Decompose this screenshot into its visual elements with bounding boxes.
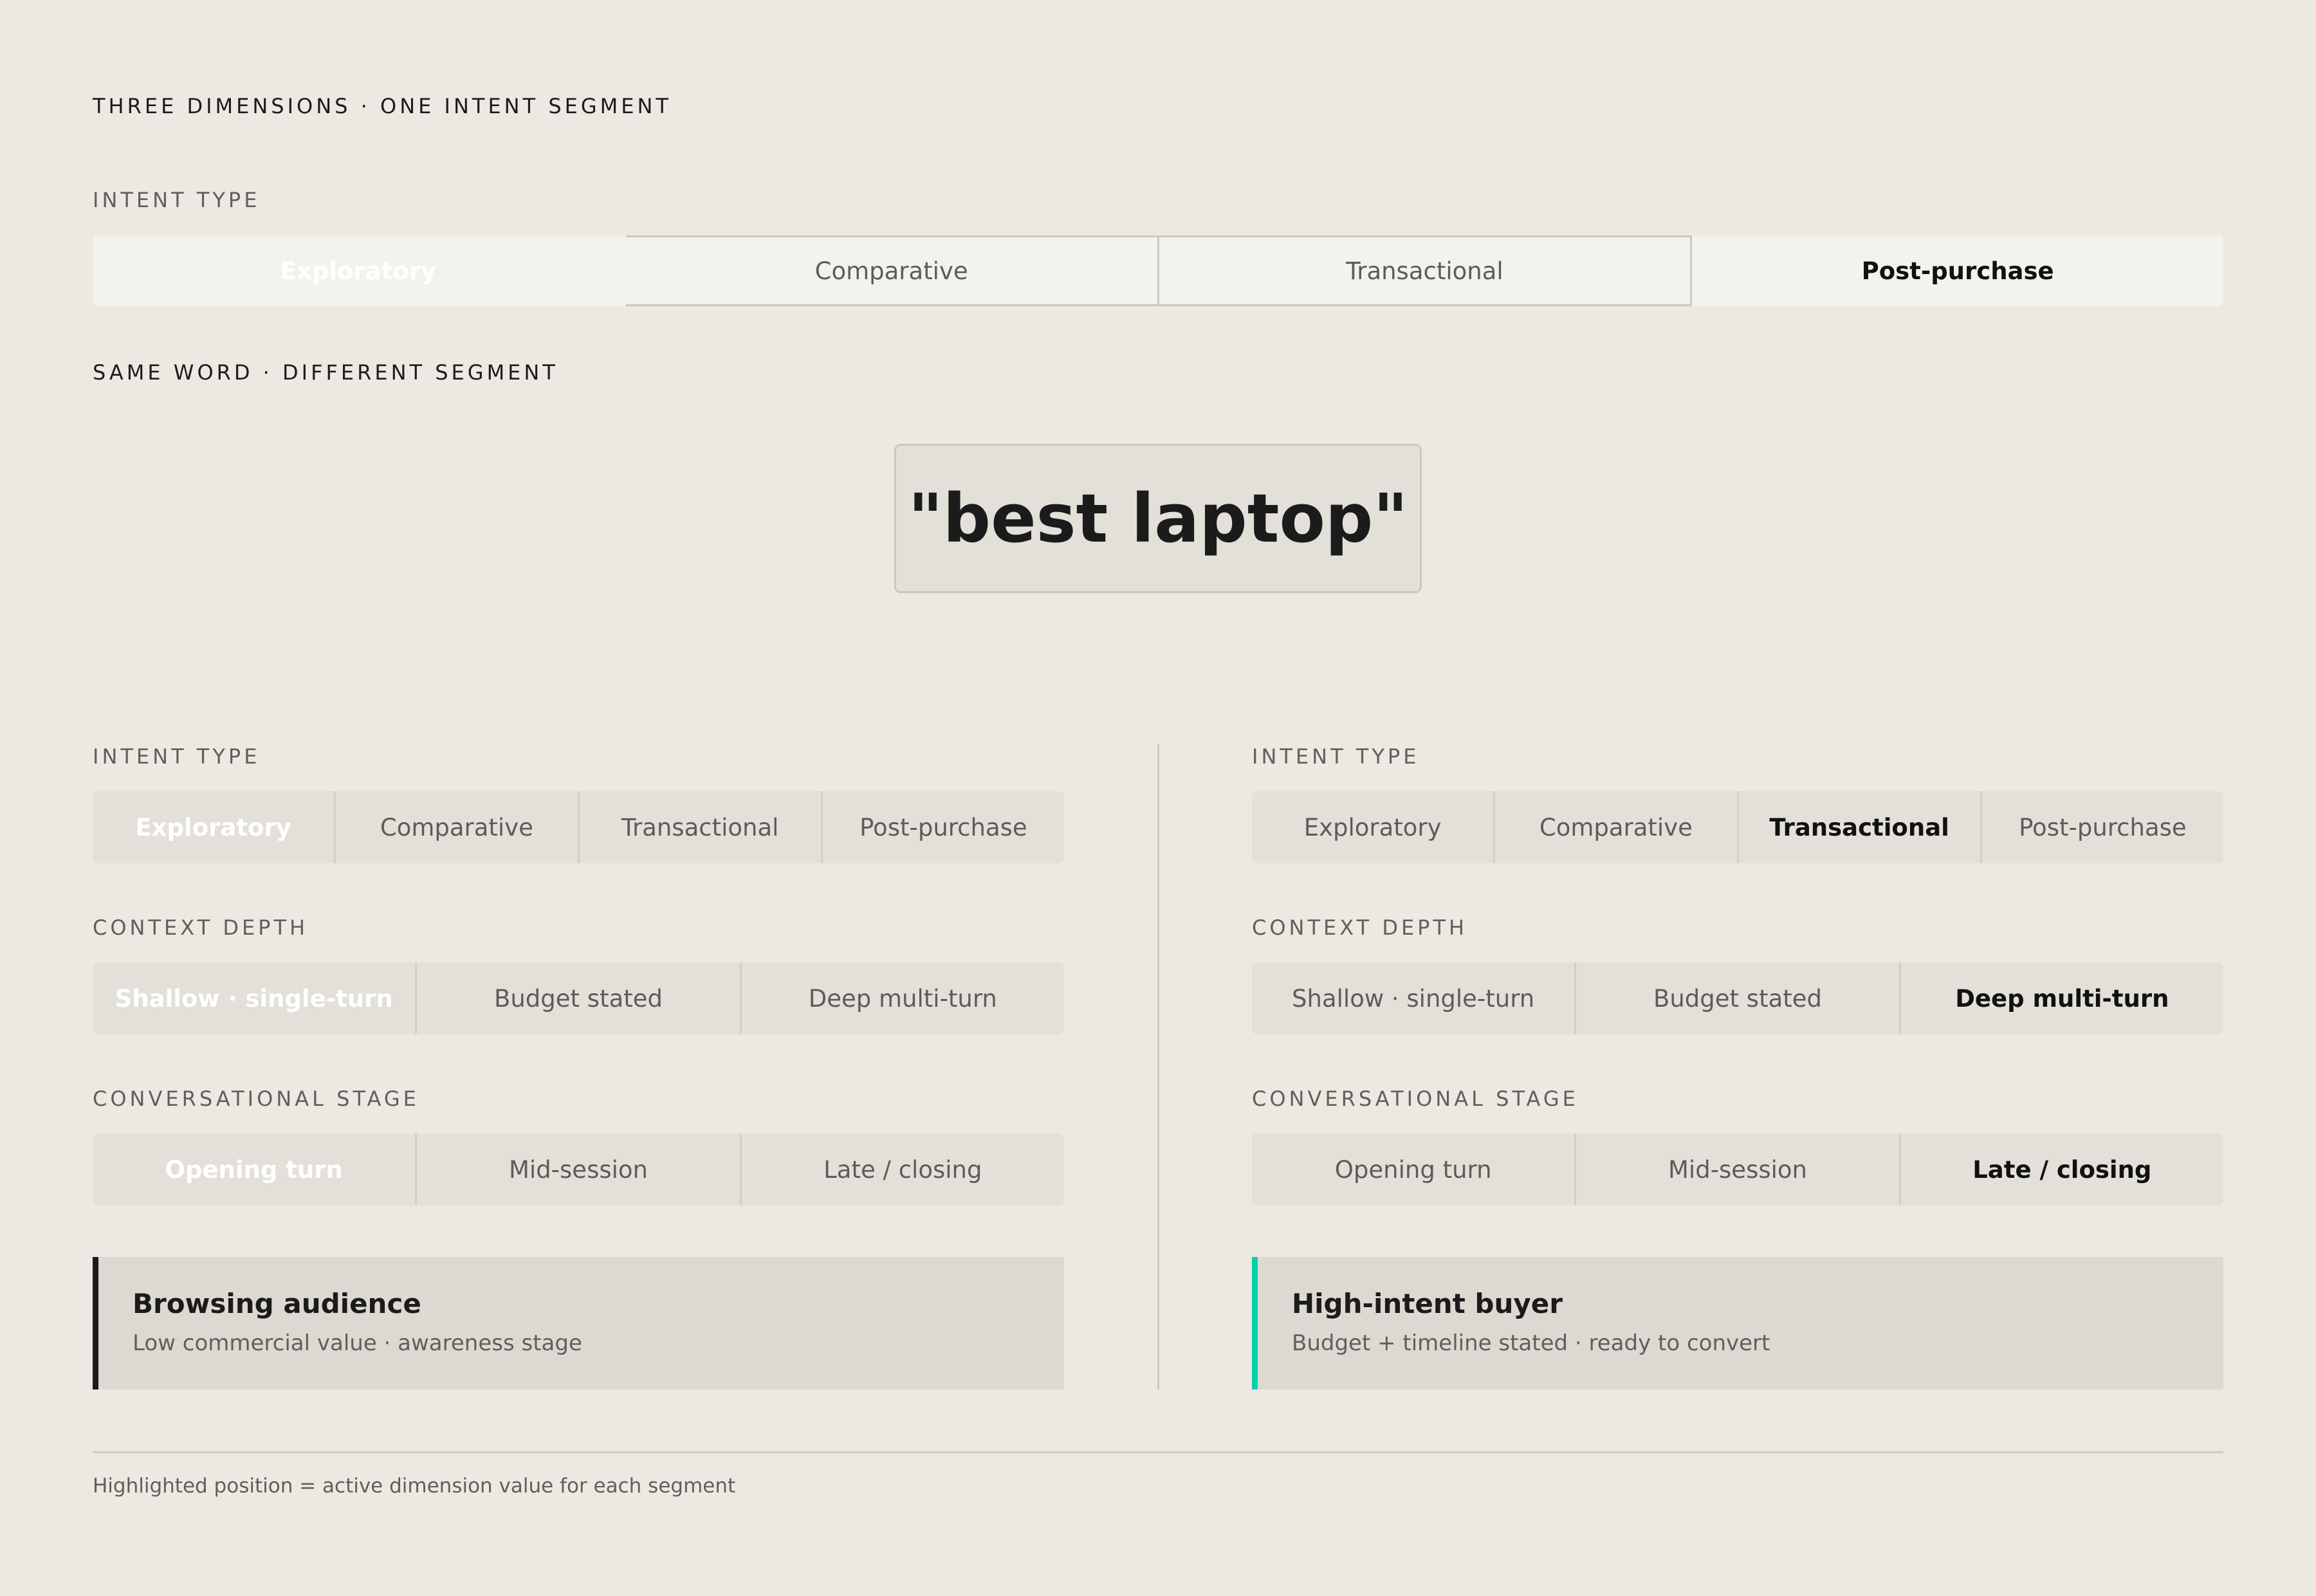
top-intent-selector: Exploratory Comparative Transactional Po…	[93, 235, 2223, 306]
left-result-subtitle: Low commercial value · awareness stage	[133, 1330, 582, 1356]
right-context-option-shallow: Shallow · single-turn	[1252, 962, 1577, 1034]
left-stage-option-opening: Opening turn	[93, 1133, 418, 1206]
left-intent-option-comparative: Comparative	[336, 791, 580, 863]
left-context-label: CONTEXT DEPTH	[93, 915, 309, 940]
right-context-label: CONTEXT DEPTH	[1252, 915, 1468, 940]
left-context-option-deep: Deep multi-turn	[741, 962, 1064, 1034]
column-divider	[1157, 744, 1159, 1390]
right-stage-option-mid: Mid-session	[1576, 1133, 1901, 1206]
footnote: Highlighted position = active dimension …	[93, 1474, 736, 1498]
right-intent-option-transactional: Transactional	[1738, 791, 1982, 863]
same-word-label: SAME WORD · DIFFERENT SEGMENT	[93, 360, 558, 385]
left-stage-label: CONVERSATIONAL STAGE	[93, 1087, 419, 1111]
left-result-title: Browsing audience	[133, 1288, 421, 1319]
top-intent-option-comparative: Comparative	[625, 235, 1159, 306]
right-intent-option-comparative: Comparative	[1495, 791, 1739, 863]
left-result-card: Browsing audience Low commercial value ·…	[93, 1257, 1064, 1390]
right-stage-label: CONVERSATIONAL STAGE	[1252, 1087, 1579, 1111]
top-intent-option-transactional: Transactional	[1159, 235, 1693, 306]
right-stage-option-opening: Opening turn	[1252, 1133, 1577, 1206]
left-intent-option-post-purchase: Post-purchase	[822, 791, 1064, 863]
query-box: "best laptop"	[894, 444, 1422, 593]
right-stage-selector: Opening turn Mid-session Late / closing	[1252, 1133, 2223, 1206]
left-stage-option-mid: Mid-session	[417, 1133, 742, 1206]
left-context-selector: Shallow · single-turn Budget stated Deep…	[93, 962, 1064, 1034]
right-result-title: High-intent buyer	[1292, 1288, 1563, 1319]
right-intent-option-exploratory: Exploratory	[1252, 791, 1496, 863]
left-intent-option-transactional: Transactional	[579, 791, 823, 863]
right-context-option-deep: Deep multi-turn	[1900, 962, 2223, 1034]
left-intent-label: INTENT TYPE	[93, 744, 261, 769]
right-intent-option-post-purchase: Post-purchase	[1981, 791, 2223, 863]
left-result-accent	[93, 1257, 98, 1390]
right-intent-selector: Exploratory Comparative Transactional Po…	[1252, 791, 2223, 863]
left-stage-option-late: Late / closing	[741, 1133, 1064, 1206]
right-intent-label: INTENT TYPE	[1252, 744, 1420, 769]
left-stage-selector: Opening turn Mid-session Late / closing	[93, 1133, 1064, 1206]
right-stage-option-late: Late / closing	[1900, 1133, 2223, 1206]
left-intent-option-exploratory: Exploratory	[93, 791, 336, 863]
top-intent-option-post-purchase: Post-purchase	[1692, 235, 2223, 306]
left-context-option-budget: Budget stated	[417, 962, 742, 1034]
right-result-subtitle: Budget + timeline stated · ready to conv…	[1292, 1330, 1770, 1356]
right-result-accent	[1252, 1257, 1258, 1390]
left-context-option-shallow: Shallow · single-turn	[93, 962, 418, 1034]
right-result-card: High-intent buyer Budget + timeline stat…	[1252, 1257, 2223, 1390]
top-intent-option-exploratory: Exploratory	[93, 235, 626, 306]
left-intent-selector: Exploratory Comparative Transactional Po…	[93, 791, 1064, 863]
footer-rule	[93, 1451, 2223, 1453]
right-context-option-budget: Budget stated	[1576, 962, 1901, 1034]
top-intent-label: INTENT TYPE	[93, 188, 261, 212]
diagram-kicker: THREE DIMENSIONS · ONE INTENT SEGMENT	[93, 94, 672, 118]
right-context-selector: Shallow · single-turn Budget stated Deep…	[1252, 962, 2223, 1034]
